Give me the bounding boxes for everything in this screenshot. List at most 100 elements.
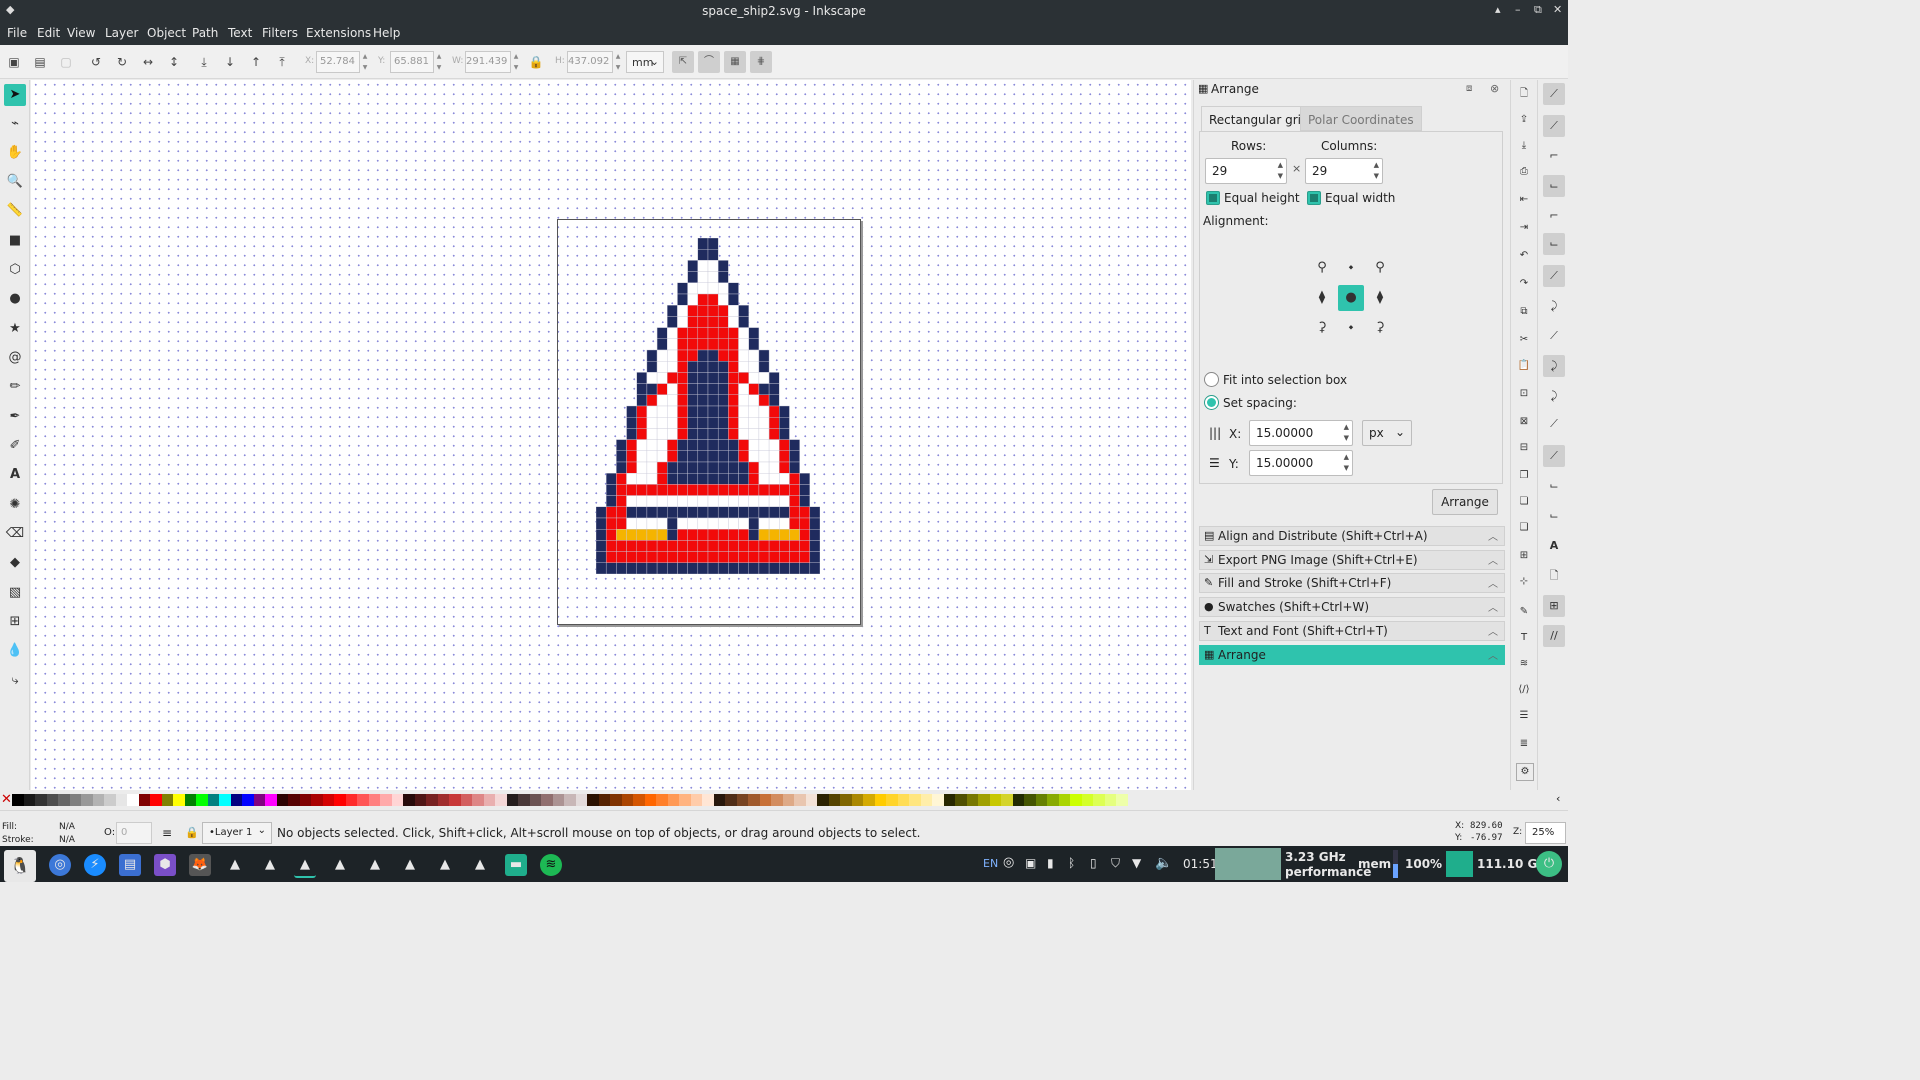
gimp-icon[interactable]: 🦊	[189, 854, 211, 876]
pixel-cell[interactable]	[707, 529, 719, 541]
color-swatch[interactable]	[46, 794, 59, 806]
pixel-cell[interactable]	[779, 506, 790, 519]
pixel-cell[interactable]	[707, 540, 719, 552]
color-swatch[interactable]	[782, 794, 795, 806]
pixel-cell[interactable]	[667, 349, 678, 362]
fit-selection-radio[interactable]	[1204, 372, 1219, 387]
pixel-cell[interactable]	[616, 484, 627, 496]
pixel-cell[interactable]	[779, 495, 790, 508]
pixel-cell[interactable]	[626, 495, 637, 508]
pixel-cell[interactable]	[667, 360, 678, 373]
pixel-cell[interactable]	[809, 529, 820, 541]
pixel-cell[interactable]	[667, 540, 678, 552]
pixel-cell[interactable]	[738, 338, 749, 351]
color-swatch[interactable]	[150, 794, 162, 806]
pixel-cell[interactable]	[717, 450, 729, 463]
pixel-cell[interactable]	[646, 450, 658, 463]
color-swatch[interactable]	[299, 794, 312, 806]
pixel-cell[interactable]	[748, 562, 760, 574]
pixel-cell[interactable]	[677, 338, 688, 351]
color-swatch[interactable]	[173, 794, 185, 806]
pixel-cell[interactable]	[758, 383, 770, 396]
color-swatch[interactable]	[184, 794, 197, 806]
snap-nodes-icon[interactable]: ⟋	[1543, 265, 1565, 287]
pixel-cell[interactable]	[707, 338, 719, 351]
pixel-cell[interactable]	[717, 282, 729, 295]
color-swatch[interactable]	[1035, 794, 1048, 806]
lower-to-bottom-icon[interactable]: ⤓	[196, 54, 212, 70]
pixel-cell[interactable]	[697, 327, 709, 339]
pixel-cell[interactable]	[656, 461, 668, 474]
raise-to-top-icon[interactable]: ⤒	[274, 54, 290, 70]
color-swatch[interactable]	[506, 794, 519, 806]
pixel-cell[interactable]	[636, 562, 648, 574]
pixel-cell[interactable]	[717, 271, 729, 283]
pixel-cell[interactable]	[687, 562, 699, 574]
color-swatch[interactable]	[564, 794, 576, 806]
pixel-cell[interactable]	[758, 472, 770, 485]
pixel-cell[interactable]	[758, 428, 770, 440]
pixel-cell[interactable]	[646, 540, 658, 552]
pixel-cell[interactable]	[616, 562, 627, 574]
pixel-cell[interactable]	[738, 495, 749, 508]
color-swatch[interactable]	[276, 794, 289, 806]
snap-center-icon[interactable]: ⟋	[1543, 445, 1565, 467]
pixel-cell[interactable]	[596, 551, 607, 564]
pixel-cell[interactable]	[656, 416, 668, 429]
pixel-cell[interactable]	[677, 394, 688, 407]
pixel-cell[interactable]	[656, 562, 668, 574]
color-swatch[interactable]	[667, 794, 680, 806]
cut-icon[interactable]: ✂	[1516, 332, 1532, 348]
color-swatch[interactable]	[1024, 794, 1036, 806]
preferences-icon[interactable]: ⚙	[1516, 763, 1534, 781]
pixel-cell[interactable]	[697, 282, 709, 295]
color-swatch[interactable]	[529, 794, 542, 806]
color-swatch[interactable]	[575, 794, 588, 806]
pixel-cell[interactable]	[717, 304, 729, 317]
box3d-tool-icon[interactable]: ⬡	[4, 259, 26, 281]
pixel-cell[interactable]	[738, 416, 749, 429]
inkscape-window-icon-5[interactable]: ▲	[364, 854, 386, 876]
pixel-cell[interactable]	[646, 551, 658, 564]
lower-icon[interactable]: ↓	[222, 54, 238, 70]
color-swatch[interactable]	[1012, 794, 1025, 806]
scale-corners-icon[interactable]: ⌒	[698, 51, 720, 73]
pixel-cell[interactable]	[656, 495, 668, 508]
pixel-cell[interactable]	[809, 562, 820, 574]
pixel-cell[interactable]	[748, 484, 760, 496]
y-spacing-spinner[interactable]: ▲ ▼	[1344, 452, 1349, 474]
pixel-cell[interactable]	[707, 450, 719, 463]
pixel-cell[interactable]	[677, 416, 688, 429]
snap-text-baseline-icon[interactable]: ⌙	[1543, 505, 1565, 527]
pixel-cell[interactable]	[636, 383, 648, 396]
pixel-cell[interactable]	[667, 383, 678, 396]
color-swatch[interactable]	[633, 794, 645, 806]
pixel-cell[interactable]	[799, 562, 811, 574]
pixel-cell[interactable]	[717, 540, 729, 552]
chromium-tray-icon[interactable]: ◎	[1003, 855, 1014, 870]
pixel-cell[interactable]	[779, 405, 790, 418]
pixel-cell[interactable]	[717, 405, 729, 418]
pixel-cell[interactable]	[758, 439, 770, 452]
raise-icon[interactable]: ↑	[248, 54, 264, 70]
snap-midpoint-icon[interactable]: ⟋	[1543, 413, 1565, 435]
set-spacing-radio[interactable]	[1204, 395, 1219, 410]
star-tool-icon[interactable]: ★	[4, 318, 26, 340]
pixel-cell[interactable]	[758, 405, 770, 418]
eraser-tool-icon[interactable]: ⌫	[4, 523, 26, 545]
pixel-cell[interactable]	[687, 260, 699, 272]
pixel-cell[interactable]	[596, 562, 607, 574]
pixel-cell[interactable]	[738, 360, 749, 373]
fill-value[interactable]: N/A	[59, 822, 75, 832]
pixel-cell[interactable]	[656, 484, 668, 496]
pixel-cell[interactable]	[717, 439, 729, 452]
pixel-cell[interactable]	[697, 248, 709, 261]
color-swatch[interactable]	[1001, 794, 1013, 806]
pixel-cell[interactable]	[605, 495, 617, 508]
text-tool-icon[interactable]: A	[4, 464, 26, 486]
pixel-cell[interactable]	[596, 517, 607, 530]
rect-tool-icon[interactable]: ■	[4, 230, 26, 252]
pixel-cell[interactable]	[626, 517, 637, 530]
color-swatch[interactable]	[955, 794, 967, 806]
arrange-button[interactable]: Arrange	[1432, 489, 1498, 515]
